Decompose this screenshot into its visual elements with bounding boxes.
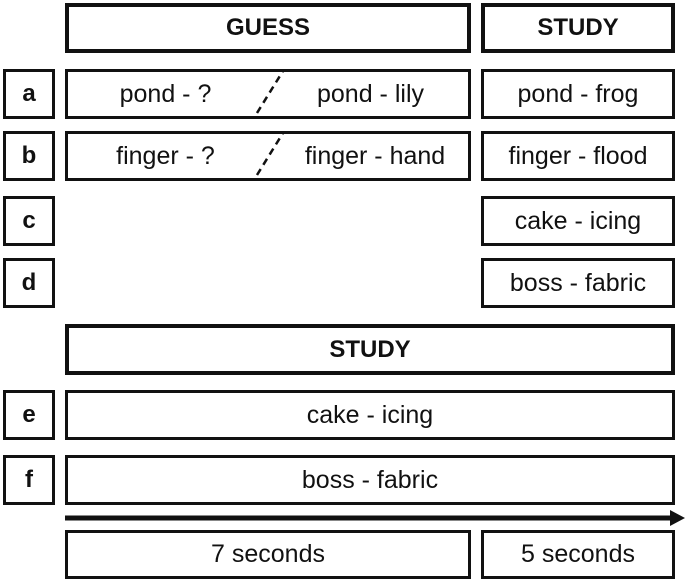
dashed-divider-b xyxy=(255,132,285,176)
dashed-divider-a xyxy=(255,70,285,114)
diagram-overlay xyxy=(65,70,685,526)
timeline-arrow-head-icon xyxy=(670,510,685,526)
